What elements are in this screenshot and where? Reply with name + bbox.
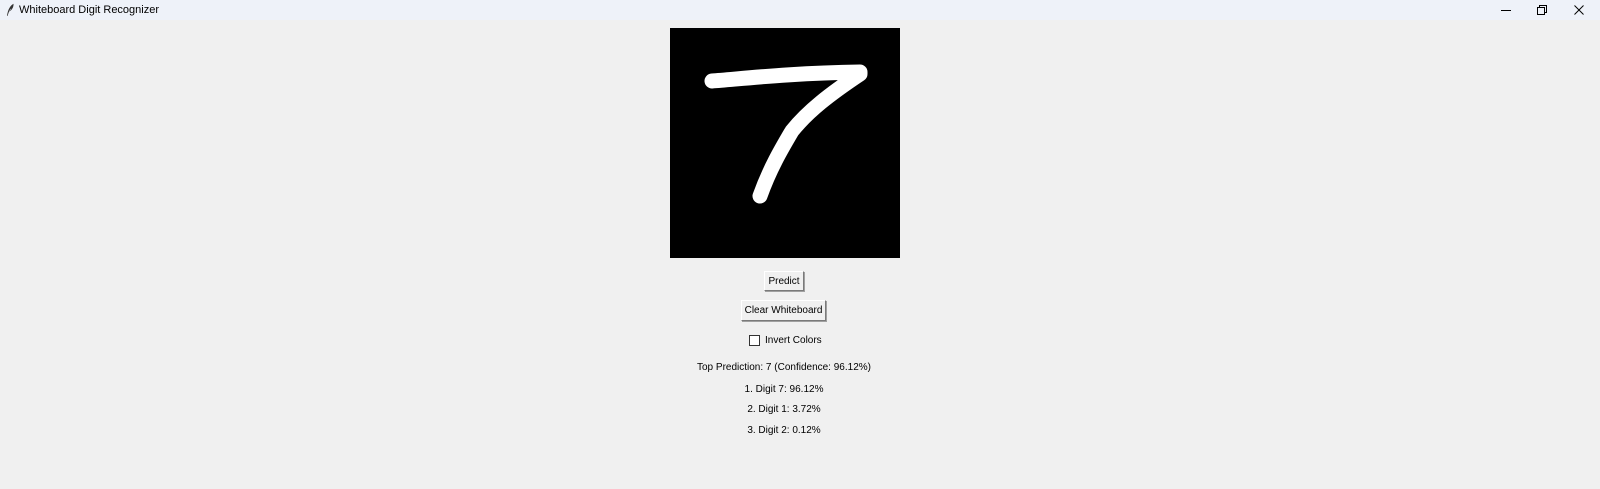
restore-icon[interactable] [1523,0,1561,20]
drawn-digit-stroke [704,64,868,204]
invert-colors-label: Invert Colors [765,335,822,346]
predict-button[interactable]: Predict [764,271,804,291]
window-title: Whiteboard Digit Recognizer [19,4,160,16]
top-prediction-text: Top Prediction: 7 (Confidence: 96.12%) [697,362,871,373]
feather-icon [5,3,15,17]
invert-colors-checkbox[interactable] [749,335,760,346]
close-icon[interactable] [1560,0,1598,20]
prediction-item: 1. Digit 7: 96.12% [744,384,824,395]
invert-colors-option[interactable]: Invert Colors [749,334,822,347]
prediction-item: 3. Digit 2: 0.12% [747,425,821,436]
prediction-item: 2. Digit 1: 3.72% [747,404,821,415]
whiteboard-canvas[interactable] [670,28,900,258]
clear-whiteboard-button[interactable]: Clear Whiteboard [741,300,826,321]
app-window: Whiteboard Digit Recognizer Predict Clea… [0,0,1600,489]
minimize-icon[interactable] [1487,0,1525,20]
title-bar[interactable]: Whiteboard Digit Recognizer [0,0,1600,20]
